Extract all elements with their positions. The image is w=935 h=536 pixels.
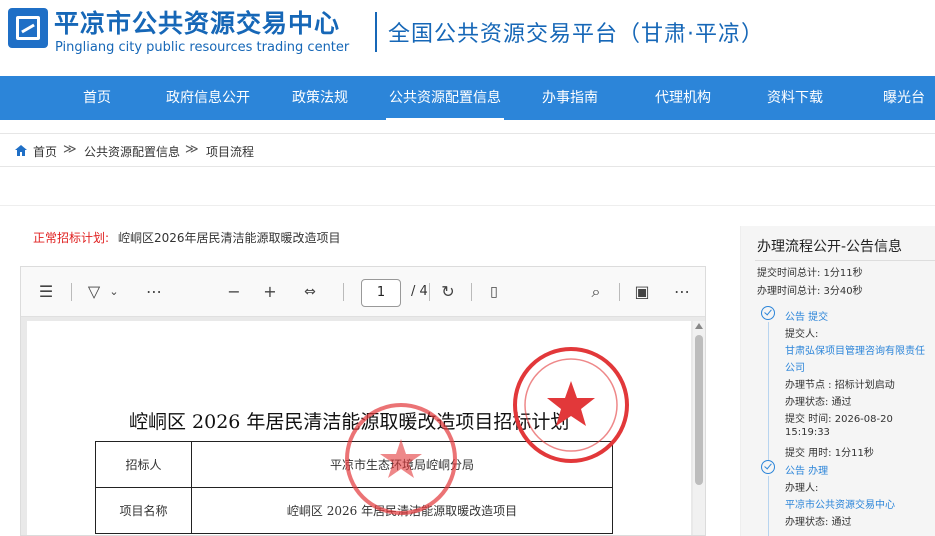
table-cell-key: 招标人 xyxy=(95,441,192,488)
pdf-viewer[interactable]: ☰ ▽ ⌄ ⋯ − + ⇔ 1 / 4 ↻ ▯ ⌕ ▣ ⋯ 崆峒区 2026 年… xyxy=(20,266,706,536)
table-cell-key: 项目名称 xyxy=(95,487,192,534)
scroll-thumb[interactable] xyxy=(695,335,703,485)
check-circle-icon xyxy=(761,460,775,474)
toolbar-divider xyxy=(343,283,344,301)
logo-title-cn[interactable]: 平凉市公共资源交易中心 xyxy=(54,4,340,40)
toolbar-divider xyxy=(71,283,72,301)
handle-status-2: 办理状态: 通过 xyxy=(785,517,852,528)
breadcrumb-separator: ≫ xyxy=(63,142,77,157)
rotate-icon[interactable]: ↻ xyxy=(435,279,461,305)
submitter-name-cont[interactable]: 公司 xyxy=(785,359,805,374)
page-number-input[interactable]: 1 xyxy=(361,279,401,307)
page-view-icon[interactable]: ▯ xyxy=(481,279,507,305)
breadcrumb-home[interactable]: 首页 xyxy=(33,143,57,160)
site-header: 平凉市公共资源交易中心 Pingliang city public resour… xyxy=(0,0,935,76)
submit-time-total: 提交时间总计: 1分11秒 xyxy=(757,268,863,279)
nav-item-exposure[interactable]: 曝光台 xyxy=(876,76,932,120)
timeline-rail xyxy=(768,322,769,460)
chevron-down-icon[interactable]: ⌄ xyxy=(107,279,121,305)
fit-width-icon[interactable]: ⇔ xyxy=(297,279,323,305)
nav-item-policy[interactable]: 政策法规 xyxy=(285,76,355,120)
pdf-toolbar: ☰ ▽ ⌄ ⋯ − + ⇔ 1 / 4 ↻ ▯ ⌕ ▣ ⋯ xyxy=(21,267,705,317)
breadcrumb-current: 项目流程 xyxy=(206,145,255,159)
more-icon[interactable]: ⋯ xyxy=(669,279,695,305)
company-seal-stamp xyxy=(513,347,629,463)
handle-node: 办理节点 : 招标计划启动 xyxy=(785,380,895,391)
timeline-rail xyxy=(768,476,769,536)
sidebar-divider xyxy=(755,260,935,261)
nav-item-downloads[interactable]: 资料下载 xyxy=(760,76,830,120)
toolbar-divider xyxy=(429,283,430,301)
submit-used-time: 提交 用时: 1分11秒 xyxy=(785,448,874,459)
zoom-out-icon[interactable]: − xyxy=(221,279,247,305)
plan-title: 崆峒区2026年居民清洁能源取暖改造项目 xyxy=(118,231,341,245)
main-nav: 首页 政府信息公开 政策法规 公共资源配置信息 办事指南 代理机构 资料下载 曝… xyxy=(0,76,935,120)
submitter-name[interactable]: 甘肃弘保项目管理咨询有限责任 xyxy=(785,342,925,357)
submit-time: 提交 时间: 2026-08-20 xyxy=(785,414,893,425)
highlight-icon[interactable]: ▽ xyxy=(81,279,107,305)
check-circle-icon xyxy=(761,306,775,320)
scroll-up-icon[interactable] xyxy=(695,323,703,329)
official-seal-stamp xyxy=(345,403,457,515)
handle-status: 办理状态: 通过 xyxy=(785,397,852,408)
submitter-label: 提交人: xyxy=(785,329,819,340)
toolbar-divider xyxy=(619,283,620,301)
search-icon[interactable]: ⌕ xyxy=(583,279,609,305)
process-sidebar: 办理流程公开-公告信息 提交时间总计: 1分11秒 办理时间总计: 3分40秒 … xyxy=(740,226,935,536)
submit-time-clock: 15:19:33 xyxy=(785,427,830,438)
logo-title-en: Pingliang city public resources trading … xyxy=(55,40,350,55)
handler-name[interactable]: 平凉市公共资源交易中心 xyxy=(785,496,895,511)
sidebar-title: 办理流程公开-公告信息 xyxy=(757,239,903,255)
save-icon[interactable]: ▣ xyxy=(629,279,655,305)
nav-item-guide[interactable]: 办事指南 xyxy=(535,76,605,120)
home-icon xyxy=(15,145,27,156)
plan-type-label: 正常招标计划: xyxy=(33,231,110,245)
outline-icon[interactable]: ☰ xyxy=(33,279,59,305)
nav-item-agency[interactable]: 代理机构 xyxy=(648,76,718,120)
nav-item-gov-info[interactable]: 政府信息公开 xyxy=(158,76,258,120)
section-divider xyxy=(0,205,935,206)
pdf-scrollbar[interactable] xyxy=(693,321,705,535)
nav-item-home[interactable]: 首页 xyxy=(70,76,124,120)
nav-item-resource-info[interactable]: 公共资源配置信息 xyxy=(386,76,504,120)
header-divider xyxy=(375,12,377,52)
breadcrumb: 首页 ≫ 公共资源配置信息 ≫ 项目流程 xyxy=(0,133,935,167)
handler-label: 办理人: xyxy=(785,483,819,494)
zoom-in-icon[interactable]: + xyxy=(257,279,283,305)
step-submit-label: 公告 提交 xyxy=(785,312,829,323)
platform-title: 全国公共资源交易平台（甘肃·平凉） xyxy=(388,22,764,47)
logo-icon[interactable] xyxy=(8,8,48,48)
handle-time-total: 办理时间总计: 3分40秒 xyxy=(757,286,863,297)
more-icon[interactable]: ⋯ xyxy=(141,279,167,305)
step-handle-label: 公告 办理 xyxy=(785,466,829,477)
page-total: / 4 xyxy=(411,284,428,299)
breadcrumb-separator: ≫ xyxy=(185,142,199,157)
breadcrumb-resource-info[interactable]: 公共资源配置信息 xyxy=(84,143,180,160)
pdf-page: 崆峒区 2026 年居民清洁能源取暖改造项目招标计划 招标人 平凉市生态环境局崆… xyxy=(27,321,691,535)
toolbar-divider xyxy=(471,283,472,301)
